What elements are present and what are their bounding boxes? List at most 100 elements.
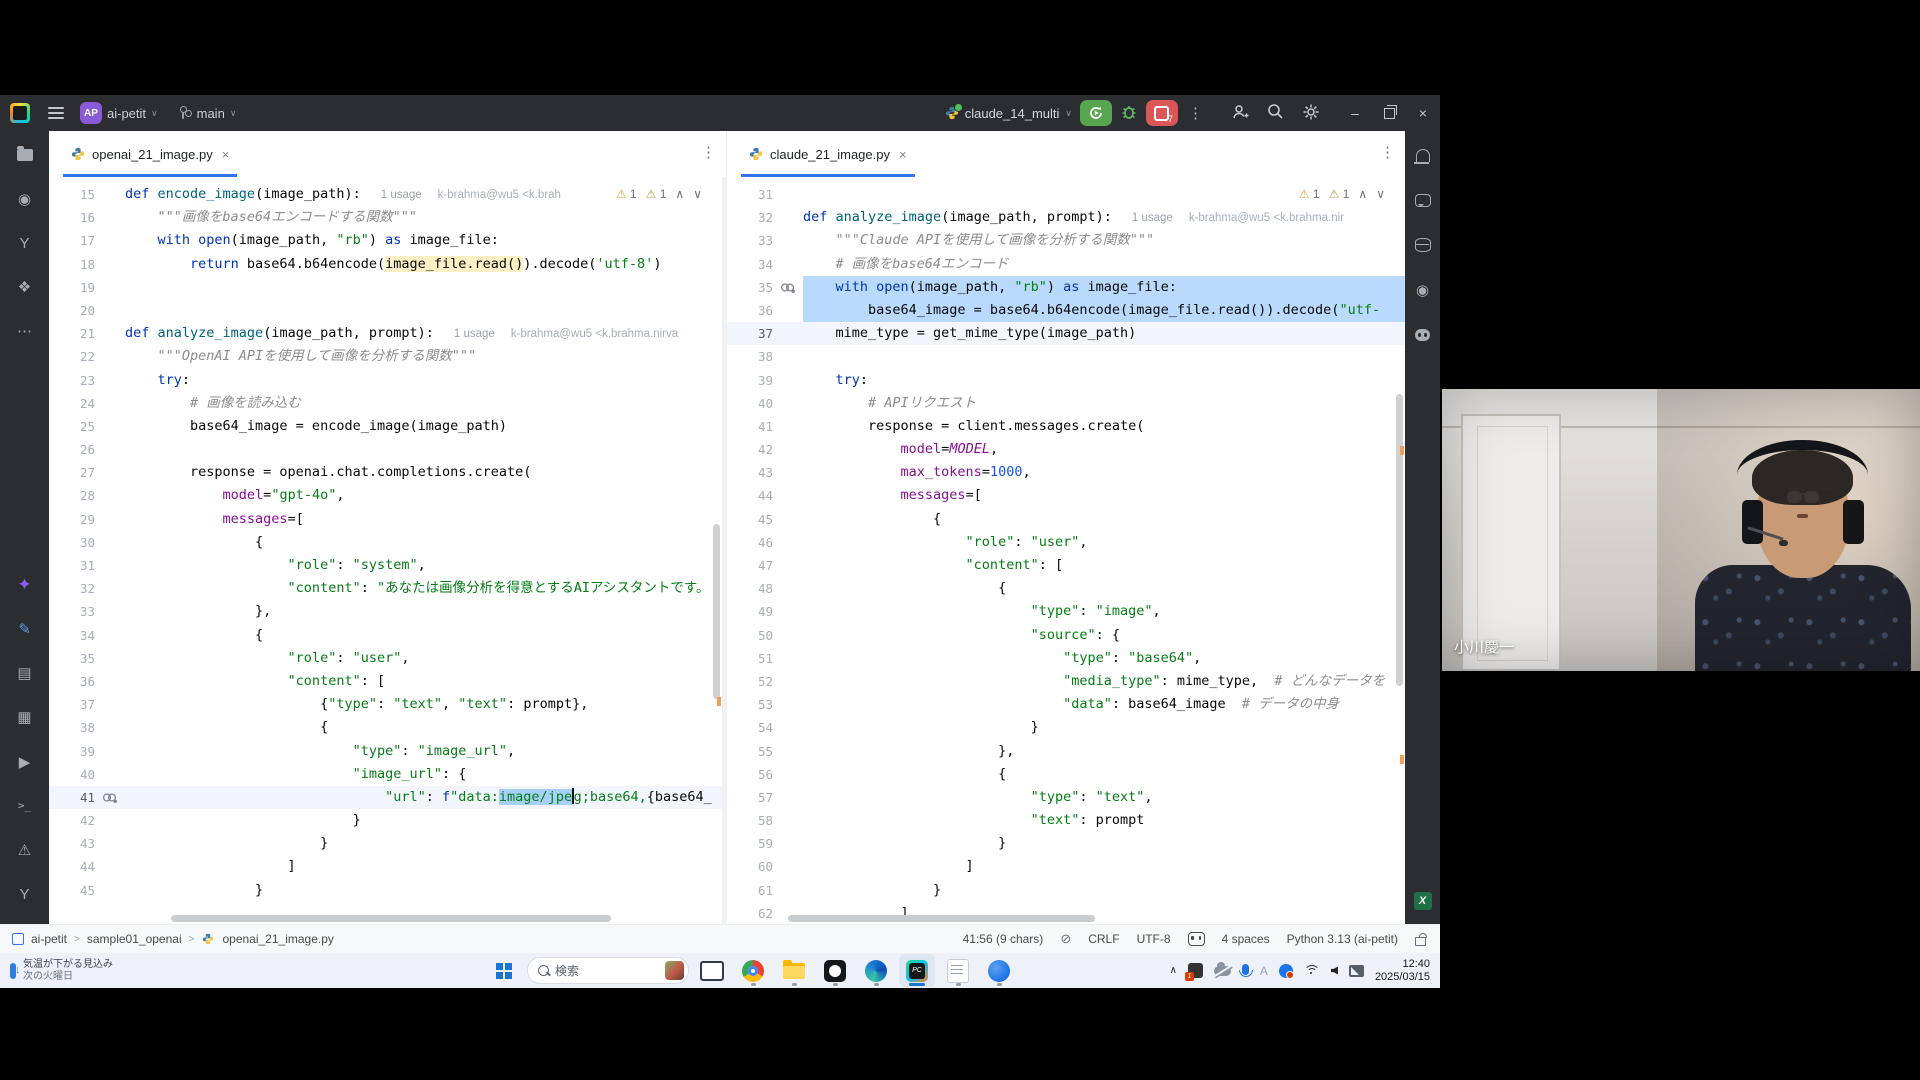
line-number[interactable]: 41: [49, 786, 95, 809]
line-number[interactable]: 41: [727, 415, 773, 438]
ai-assistant-tool-button[interactable]: ✦: [11, 571, 39, 598]
highlighting-level-icon[interactable]: ⊘: [1060, 931, 1071, 947]
line-number[interactable]: 35: [49, 647, 95, 670]
line-number[interactable]: 34: [49, 624, 95, 647]
rerun-button[interactable]: [1080, 100, 1112, 126]
code-line[interactable]: 29 messages=[: [49, 508, 722, 531]
more-run-actions-button[interactable]: ⋮: [1186, 104, 1205, 122]
breadcrumb-folder[interactable]: sample01_openai: [87, 932, 182, 946]
caret-position[interactable]: 41:56 (9 chars): [963, 932, 1044, 946]
usage-hint[interactable]: 1 usage: [381, 189, 422, 201]
code-line[interactable]: 30 {: [49, 531, 722, 554]
line-number[interactable]: 53: [727, 693, 773, 716]
minimize-button[interactable]: –: [1338, 95, 1372, 131]
debug-button[interactable]: [1120, 103, 1138, 124]
edge-app-button[interactable]: [858, 954, 894, 987]
python-packages-tool-button[interactable]: ▤: [11, 660, 39, 687]
code-line[interactable]: 23 try:: [49, 369, 722, 392]
ai-gutter-icon[interactable]: [95, 786, 125, 809]
line-number[interactable]: 62: [727, 902, 773, 925]
left-pane-options-button[interactable]: ⋮: [701, 143, 716, 161]
line-number[interactable]: 44: [49, 855, 95, 878]
search-everywhere-button[interactable]: [1267, 103, 1284, 123]
main-menu-icon[interactable]: [48, 107, 64, 119]
code-line[interactable]: 58 "text": prompt: [727, 809, 1405, 832]
code-line[interactable]: 36 base64_image = base64.b64encode(image…: [727, 299, 1405, 322]
blue-circle-app-button[interactable]: [981, 954, 1017, 987]
code-line[interactable]: 26: [49, 438, 722, 461]
code-line[interactable]: 55 },: [727, 740, 1405, 763]
editor-openai[interactable]: 15def encode_image(image_path):1 usagek-…: [49, 177, 727, 925]
code-line[interactable]: 50 "source": {: [727, 624, 1405, 647]
speaker-icon[interactable]: [1331, 967, 1338, 975]
code-line[interactable]: 19: [49, 276, 722, 299]
line-number[interactable]: 46: [727, 531, 773, 554]
usage-hint[interactable]: 1 usage: [454, 328, 495, 340]
code-line[interactable]: 61 }: [727, 879, 1405, 902]
next-problem-button[interactable]: ∨: [1376, 187, 1385, 201]
line-number[interactable]: 27: [49, 461, 95, 484]
line-number[interactable]: 31: [49, 554, 95, 577]
tab-openai-file[interactable]: openai_21_image.py ×: [63, 131, 237, 177]
terminal-tool-button[interactable]: >_: [11, 792, 39, 819]
code-line[interactable]: 52 "media_type": mime_type, # どんなデータを: [727, 670, 1405, 693]
code-line[interactable]: 45 {: [727, 508, 1405, 531]
line-number[interactable]: 58: [727, 809, 773, 832]
code-line[interactable]: 21def analyze_image(image_path, prompt):…: [49, 322, 722, 345]
line-number[interactable]: 56: [727, 763, 773, 786]
line-number[interactable]: 18: [49, 253, 95, 276]
code-line[interactable]: 28 model="gpt-4o",: [49, 484, 722, 507]
code-line[interactable]: 32def analyze_image(image_path, prompt):…: [727, 206, 1405, 229]
notifications-button[interactable]: [1409, 141, 1437, 169]
line-number[interactable]: 33: [727, 229, 773, 252]
tab-claude-file[interactable]: claude_21_image.py ×: [741, 131, 915, 177]
code-line[interactable]: 42 }: [49, 809, 722, 832]
code-line[interactable]: 22 """OpenAI APIを使用して画像を分析する関数""": [49, 345, 722, 368]
line-number[interactable]: 45: [727, 508, 773, 531]
close-window-button[interactable]: ×: [1406, 95, 1440, 131]
code-line[interactable]: 17 with open(image_path, "rb") as image_…: [49, 229, 722, 252]
taskbar-clock[interactable]: 12:40 2025/03/15: [1375, 958, 1430, 984]
right-pane-options-button[interactable]: ⋮: [1380, 143, 1395, 161]
line-number[interactable]: 26: [49, 438, 95, 461]
code-line[interactable]: 44 messages=[: [727, 484, 1405, 507]
excel-tool-button[interactable]: X: [1409, 887, 1437, 915]
line-number[interactable]: 50: [727, 624, 773, 647]
code-line[interactable]: 35 "role": "user",: [49, 647, 722, 670]
line-number[interactable]: 15: [49, 183, 95, 206]
code-line[interactable]: 46 "role": "user",: [727, 531, 1405, 554]
taskbar-search-input[interactable]: 検索: [527, 957, 689, 984]
line-number[interactable]: 42: [727, 438, 773, 461]
code-line[interactable]: 24 # 画像を読み込む: [49, 392, 722, 415]
next-problem-button[interactable]: ∨: [693, 187, 702, 201]
project-tool-button[interactable]: [11, 141, 39, 168]
code-line[interactable]: 25 base64_image = encode_image(image_pat…: [49, 415, 722, 438]
line-number[interactable]: 17: [49, 229, 95, 252]
line-number[interactable]: 16: [49, 206, 95, 229]
code-line[interactable]: 38 {: [49, 716, 722, 739]
line-number[interactable]: 24: [49, 392, 95, 415]
line-number[interactable]: 40: [49, 763, 95, 786]
horizontal-scrollbar[interactable]: [788, 915, 1095, 922]
code-line[interactable]: 37 mime_type = get_mime_type(image_path): [727, 322, 1405, 345]
project-selector[interactable]: AP ai-petit ∨: [74, 98, 164, 128]
line-number[interactable]: 19: [49, 276, 95, 299]
line-number[interactable]: 29: [49, 508, 95, 531]
ai-gutter-icon[interactable]: [773, 276, 803, 299]
file-encoding[interactable]: UTF-8: [1137, 932, 1171, 946]
code-line[interactable]: 57 "type": "text",: [727, 786, 1405, 809]
usage-hint[interactable]: 1 usage: [1132, 212, 1173, 224]
wifi-icon[interactable]: [1304, 965, 1320, 976]
code-line[interactable]: 33 """Claude APIを使用して画像を分析する関数""": [727, 229, 1405, 252]
hidden-icons-button[interactable]: ∧: [1170, 965, 1177, 976]
restore-window-button[interactable]: [1372, 95, 1406, 131]
vertical-scrollbar[interactable]: [1396, 394, 1403, 686]
code-line[interactable]: 42 model=MODEL,: [727, 438, 1405, 461]
code-line[interactable]: 51 "type": "base64",: [727, 647, 1405, 670]
settings-button[interactable]: [1302, 103, 1320, 124]
code-line[interactable]: 31 "role": "system",: [49, 554, 722, 577]
dependencies-tool-button[interactable]: ◉: [1409, 276, 1437, 304]
line-number[interactable]: 38: [49, 716, 95, 739]
horizontal-scrollbar[interactable]: [171, 915, 611, 922]
code-line[interactable]: 45 }: [49, 879, 722, 902]
